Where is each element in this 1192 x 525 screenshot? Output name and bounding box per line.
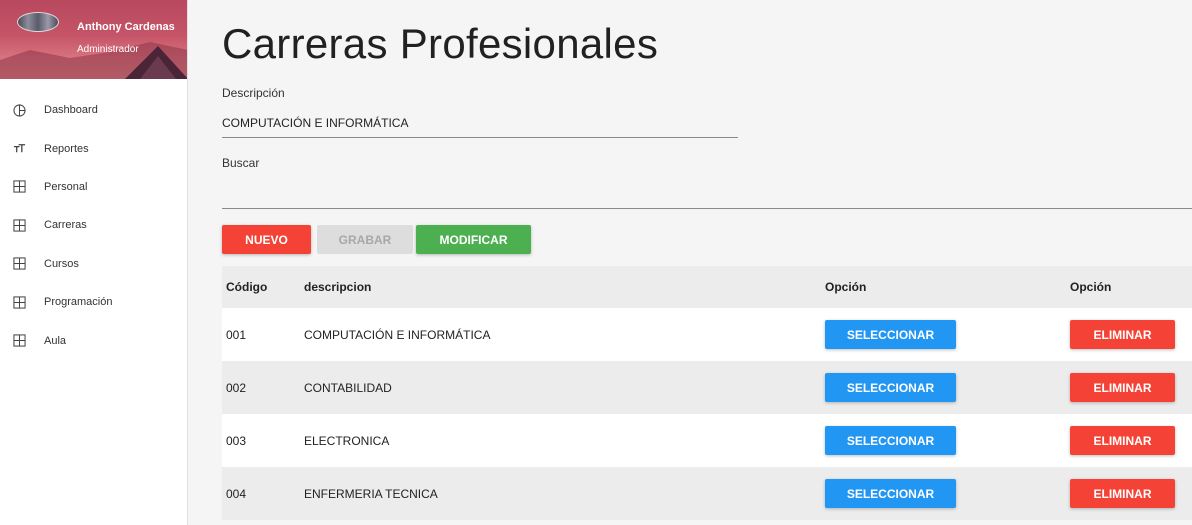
cell-select: SELECCIONAR: [825, 308, 1070, 361]
cell-select: SELECCIONAR: [825, 361, 1070, 414]
sidebar-item-label: Dashboard: [44, 104, 98, 117]
cell-delete: ELIMINAR: [1070, 467, 1192, 520]
profile-header: Anthony Cardenas Administrador: [0, 0, 187, 79]
nuevo-button[interactable]: NUEVO: [222, 225, 311, 254]
sidebar-item-aula[interactable]: Aula: [0, 321, 187, 359]
carreras-table: Código descripcion Opción Opción 001 COM…: [222, 266, 1192, 520]
cell-codigo: 002: [222, 361, 304, 414]
header-opcion-select: Opción: [825, 266, 1070, 308]
modificar-button[interactable]: MODIFICAR: [416, 225, 531, 254]
seleccionar-button[interactable]: SELECCIONAR: [825, 373, 956, 402]
sidebar-item-label: Aula: [44, 334, 67, 347]
pie-chart-icon: [0, 104, 44, 117]
table-row: 001 COMPUTACIÓN E INFORMÁTICA SELECCIONA…: [222, 308, 1192, 361]
sidebar-item-label: Personal: [44, 180, 88, 193]
header-codigo: Código: [222, 266, 304, 308]
sidebar-item-label: Carreras: [44, 219, 87, 232]
cell-delete: ELIMINAR: [1070, 308, 1192, 361]
sidebar-item-programacion[interactable]: Programación: [0, 283, 187, 321]
table-row: 003 ELECTRONICA SELECCIONAR ELIMINAR: [222, 414, 1192, 467]
grid-table-icon: [0, 180, 44, 194]
cell-codigo: 003: [222, 414, 304, 467]
cell-descripcion: ENFERMERIA TECNICA: [304, 467, 825, 520]
cell-delete: ELIMINAR: [1070, 361, 1192, 414]
cell-codigo: 001: [222, 308, 304, 361]
cell-descripcion: CONTABILIDAD: [304, 361, 825, 414]
sidebar-item-cursos[interactable]: Cursos: [0, 245, 187, 283]
eliminar-button[interactable]: ELIMINAR: [1070, 320, 1175, 349]
cell-select: SELECCIONAR: [825, 467, 1070, 520]
profile-name: Anthony Cardenas: [77, 21, 175, 33]
buscar-label: Buscar: [222, 156, 260, 170]
sidebar-item-dashboard[interactable]: Dashboard: [0, 91, 187, 129]
eliminar-button[interactable]: ELIMINAR: [1070, 426, 1175, 455]
text-format-icon: [0, 142, 44, 155]
cell-codigo: 004: [222, 467, 304, 520]
sidebar: Anthony Cardenas Administrador Dashboard…: [0, 0, 188, 525]
header-descripcion: descripcion: [304, 266, 825, 308]
sidebar-item-carreras[interactable]: Carreras: [0, 206, 187, 244]
table-row: 002 CONTABILIDAD SELECCIONAR ELIMINAR: [222, 361, 1192, 414]
page-title: Carreras Profesionales: [222, 20, 659, 67]
sidebar-item-label: Programación: [44, 296, 113, 309]
avatar[interactable]: [17, 12, 59, 32]
profile-role: Administrador: [77, 44, 139, 55]
sidebar-item-personal[interactable]: Personal: [0, 168, 187, 206]
seleccionar-button[interactable]: SELECCIONAR: [825, 426, 956, 455]
sidebar-item-label: Cursos: [44, 257, 79, 270]
grid-table-icon: [0, 334, 44, 347]
descripcion-label: Descripción: [222, 86, 285, 100]
cell-select: SELECCIONAR: [825, 414, 1070, 467]
sidebar-nav: Dashboard Reportes Personal Carreras Cur…: [0, 91, 187, 360]
cell-descripcion: ELECTRONICA: [304, 414, 825, 467]
grid-table-icon: [0, 219, 44, 232]
eliminar-button[interactable]: ELIMINAR: [1070, 479, 1175, 508]
search-input[interactable]: [222, 178, 1192, 209]
grid-table-icon: [0, 296, 44, 309]
sidebar-item-label: Reportes: [44, 142, 89, 155]
mountain-background-image: [0, 42, 187, 79]
cell-delete: ELIMINAR: [1070, 414, 1192, 467]
descripcion-input[interactable]: [222, 108, 738, 138]
header-opcion-delete: Opción: [1070, 266, 1192, 308]
cell-descripcion: COMPUTACIÓN E INFORMÁTICA: [304, 308, 825, 361]
table-header-row: Código descripcion Opción Opción: [222, 266, 1192, 308]
sidebar-item-reportes[interactable]: Reportes: [0, 129, 187, 167]
grabar-button[interactable]: GRABAR: [317, 225, 413, 254]
seleccionar-button[interactable]: SELECCIONAR: [825, 320, 956, 349]
eliminar-button[interactable]: ELIMINAR: [1070, 373, 1175, 402]
grid-table-icon: [0, 257, 44, 270]
seleccionar-button[interactable]: SELECCIONAR: [825, 479, 956, 508]
table-row: 004 ENFERMERIA TECNICA SELECCIONAR ELIMI…: [222, 467, 1192, 520]
